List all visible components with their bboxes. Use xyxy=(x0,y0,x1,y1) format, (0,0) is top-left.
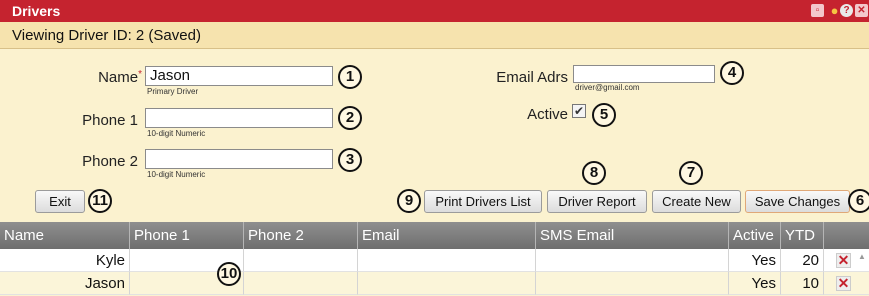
driver-report-button[interactable]: Driver Report xyxy=(547,190,647,213)
column-sms-email[interactable]: SMS Email xyxy=(536,222,729,249)
email-label: Email Adrs xyxy=(496,69,568,86)
close-icon[interactable]: ✕ xyxy=(855,4,868,17)
cell-sms-email xyxy=(536,249,729,272)
cell-name: Kyle xyxy=(0,249,130,272)
cell-sms-email xyxy=(536,272,729,295)
create-new-button[interactable]: Create New xyxy=(652,190,741,213)
table-row[interactable]: Kyle Yes 20 ✕ xyxy=(0,249,869,272)
table-row[interactable]: Jason Yes 10 ✕ xyxy=(0,272,869,295)
column-phone2[interactable]: Phone 2 xyxy=(244,222,358,249)
name-label: Name* xyxy=(98,69,142,86)
callout-5: 5 xyxy=(592,103,616,127)
callout-9: 9 xyxy=(397,189,421,213)
column-active[interactable]: Active xyxy=(729,222,781,249)
column-email[interactable]: Email xyxy=(358,222,536,249)
status-text: Viewing Driver ID: 2 (Saved) xyxy=(12,27,201,44)
phone2-hint: 10-digit Numeric xyxy=(147,170,206,179)
callout-2: 2 xyxy=(338,106,362,130)
email-input[interactable] xyxy=(573,65,715,83)
column-actions xyxy=(824,222,869,249)
cell-phone2 xyxy=(244,272,358,295)
email-hint: driver@gmail.com xyxy=(575,83,640,92)
cell-active: Yes xyxy=(729,272,781,295)
callout-1: 1 xyxy=(338,65,362,89)
scroll-up-icon[interactable]: ▲ xyxy=(858,252,866,261)
cell-email xyxy=(358,272,536,295)
checkmark-icon: ✔ xyxy=(573,104,585,118)
cell-ytd: 10 xyxy=(781,272,824,295)
callout-3: 3 xyxy=(338,148,362,172)
phone1-hint: 10-digit Numeric xyxy=(147,129,206,138)
grid-header: Name Phone 1 Phone 2 Email SMS Email Act… xyxy=(0,222,869,249)
phone1-label: Phone 1 xyxy=(82,112,138,129)
phone1-input[interactable] xyxy=(145,108,333,128)
column-name[interactable]: Name xyxy=(0,222,130,249)
delete-icon[interactable]: ✕ xyxy=(836,276,851,291)
cell-phone2 xyxy=(244,249,358,272)
delete-icon[interactable]: ✕ xyxy=(836,253,851,268)
title-bar: Drivers ▫ ● ? ✕ xyxy=(0,0,869,22)
column-phone1[interactable]: Phone 1 xyxy=(130,222,244,249)
cell-actions: ✕ xyxy=(824,272,869,295)
active-label: Active xyxy=(527,106,568,123)
status-bar: Viewing Driver ID: 2 (Saved) xyxy=(0,22,869,49)
callout-6: 6 xyxy=(848,189,869,213)
window-title: Drivers xyxy=(12,3,61,19)
required-marker: * xyxy=(138,69,142,80)
name-hint: Primary Driver xyxy=(147,87,199,96)
name-input[interactable]: Jason xyxy=(145,66,333,86)
callout-11: 11 xyxy=(88,189,112,213)
print-drivers-list-button[interactable]: Print Drivers List xyxy=(424,190,542,213)
cell-email xyxy=(358,249,536,272)
callout-8: 8 xyxy=(582,161,606,185)
phone2-label: Phone 2 xyxy=(82,153,138,170)
save-changes-button[interactable]: Save Changes xyxy=(745,190,850,213)
phone2-input[interactable] xyxy=(145,149,333,169)
callout-4: 4 xyxy=(720,61,744,85)
callout-7: 7 xyxy=(679,161,703,185)
cell-name: Jason xyxy=(0,272,130,295)
cell-ytd: 20 xyxy=(781,249,824,272)
active-checkbox[interactable]: ✔ xyxy=(572,104,586,118)
callout-10: 10 xyxy=(217,262,241,286)
cell-active: Yes xyxy=(729,249,781,272)
exit-button[interactable]: Exit xyxy=(35,190,85,213)
help-icon[interactable]: ? xyxy=(840,4,853,17)
column-ytd[interactable]: YTD xyxy=(781,222,824,249)
window-icon[interactable]: ▫ xyxy=(811,4,824,17)
